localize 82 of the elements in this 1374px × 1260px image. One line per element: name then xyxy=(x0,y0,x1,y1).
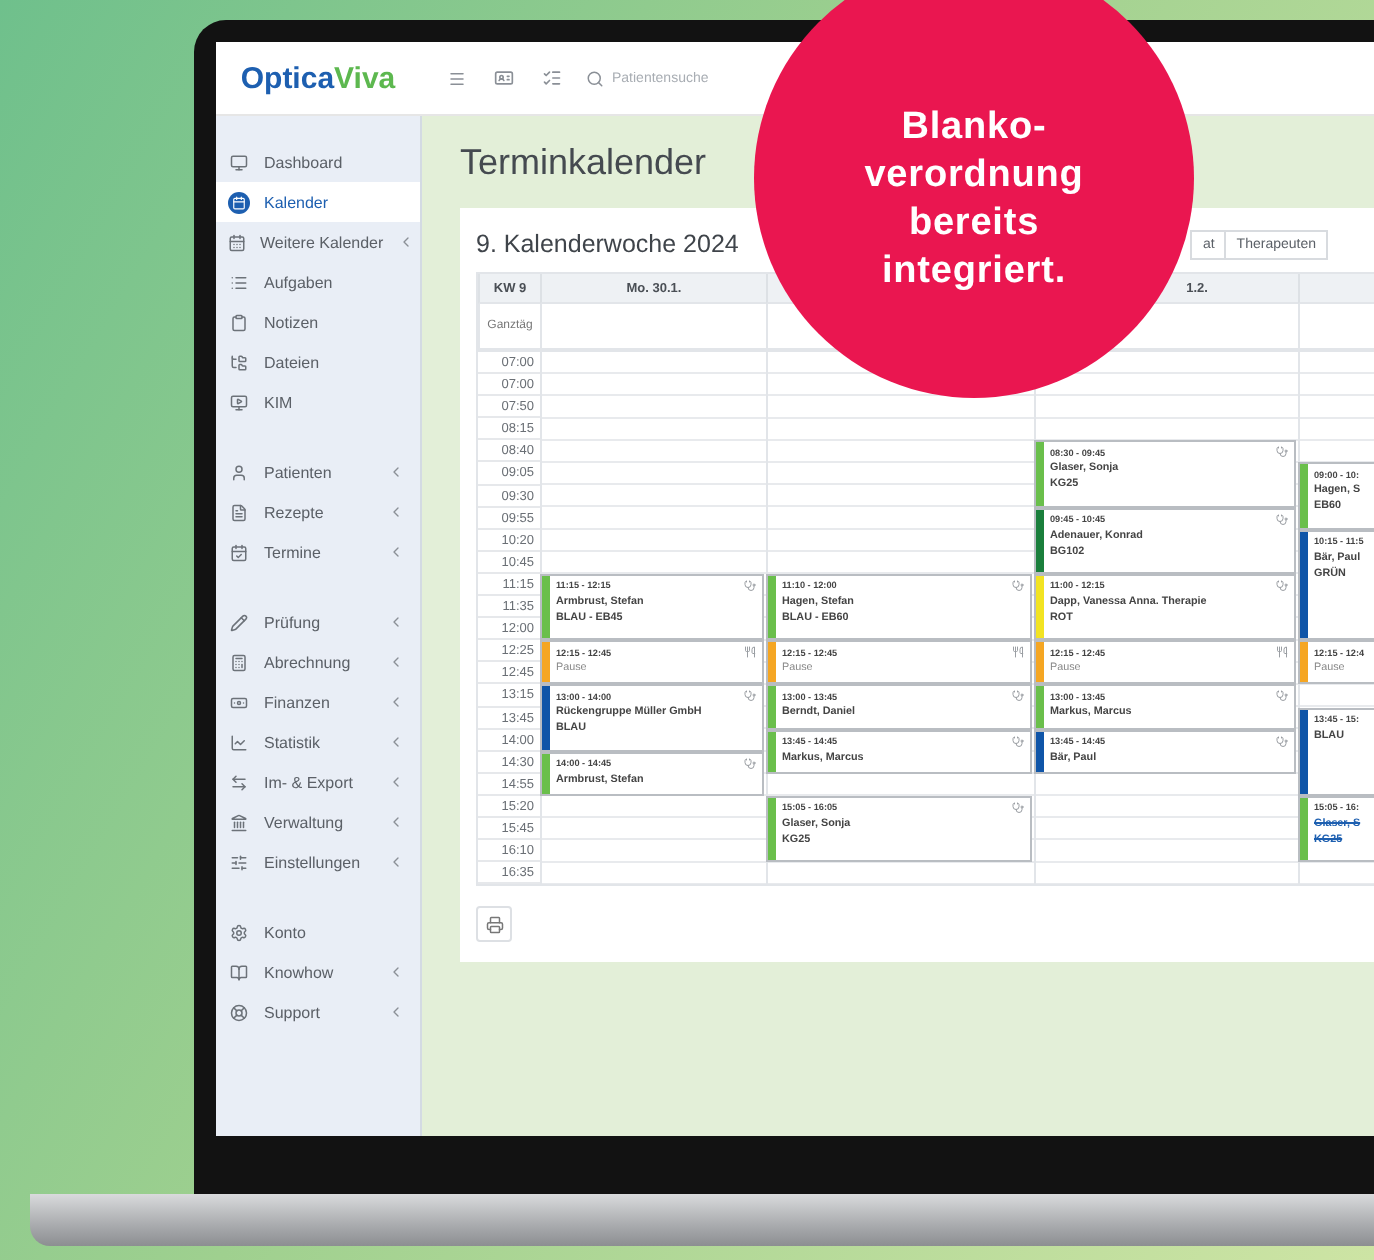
sidebar-item[interactable]: Konto xyxy=(216,912,420,952)
logo: OpticaViva xyxy=(238,61,398,95)
sidebar-label: Knowhow xyxy=(264,963,336,981)
cutlery-icon xyxy=(744,646,756,659)
sidebar-item[interactable]: Finanzen xyxy=(216,682,420,722)
sidebar-label: Im- & Export xyxy=(264,773,355,791)
sliders-icon xyxy=(228,851,250,873)
menu-icon[interactable] xyxy=(448,69,466,87)
cutlery-icon xyxy=(1012,646,1024,659)
stethoscope-icon xyxy=(744,579,756,592)
sidebar-label: Termine xyxy=(264,543,323,561)
sidebar-item[interactable]: Einstellungen xyxy=(216,842,420,882)
id-card-icon[interactable] xyxy=(494,68,514,88)
user-icon xyxy=(228,461,250,483)
monitor-icon xyxy=(228,151,250,173)
sidebar-label: Einstellungen xyxy=(264,853,363,871)
stethoscope-icon xyxy=(744,757,756,770)
clipboard-icon xyxy=(228,311,250,333)
sidebar-item[interactable]: Statistik xyxy=(216,722,420,762)
sidebar-label: Finanzen xyxy=(264,693,332,711)
cutlery-icon xyxy=(1276,646,1288,659)
printer-icon xyxy=(485,915,503,934)
calendar-icon xyxy=(228,191,250,213)
sidebar-item[interactable]: Support xyxy=(216,992,420,1032)
stethoscope-icon xyxy=(1276,513,1288,526)
page-title: Terminkalender xyxy=(460,140,707,184)
sidebar-item[interactable]: Knowhow xyxy=(216,952,420,992)
stethoscope-icon xyxy=(1276,690,1288,703)
calculator-icon xyxy=(228,651,250,673)
pencil-icon xyxy=(228,611,250,633)
sidebar-item[interactable]: Weitere Kalender xyxy=(216,222,420,262)
building-icon xyxy=(228,811,250,833)
screen-icon xyxy=(228,391,250,413)
document-icon xyxy=(228,501,250,523)
sidebar-label: Statistik xyxy=(264,733,323,751)
stethoscope-icon xyxy=(1276,579,1288,592)
sidebar-label: Weitere Kalender xyxy=(260,233,384,251)
sidebar-label: Konto xyxy=(264,923,308,941)
stethoscope-icon xyxy=(1012,801,1024,814)
sidebar-item[interactable]: Dashboard xyxy=(216,142,420,182)
arrows-icon xyxy=(228,771,250,793)
sidebar-label: Abrechnung xyxy=(264,653,353,671)
sidebar-label: Dateien xyxy=(264,353,322,371)
stethoscope-icon xyxy=(1276,446,1288,459)
stethoscope-icon xyxy=(1276,735,1288,748)
sidebar-item[interactable]: Im- & Export xyxy=(216,762,420,802)
search-icon xyxy=(586,69,604,87)
stethoscope-icon xyxy=(744,690,756,703)
calendar-check-icon xyxy=(228,541,250,563)
sidebar-item[interactable]: Prüfung xyxy=(216,602,420,642)
sidebar-label: Prüfung xyxy=(264,613,323,631)
book-icon xyxy=(228,961,250,983)
sidebar-label: Dashboard xyxy=(264,153,345,171)
line-chart-icon xyxy=(228,731,250,753)
sidebar-label: Patienten xyxy=(264,463,334,481)
sidebar-label: Support xyxy=(264,1003,323,1021)
sidebar-item[interactable]: Kalender xyxy=(216,182,420,222)
sidebar-item[interactable]: Verwaltung xyxy=(216,802,420,842)
sidebar-label: Kalender xyxy=(264,193,331,211)
sidebar-label: KIM xyxy=(264,393,295,411)
sidebar-item[interactable]: Termine xyxy=(216,532,420,572)
sidebar-item[interactable]: Patienten xyxy=(216,452,420,492)
calendar-title: 9. Kalenderwoche 2024 xyxy=(476,230,739,258)
sidebar-item[interactable]: Abrechnung xyxy=(216,642,420,682)
sidebar-label: Aufgaben xyxy=(264,273,335,291)
calendar-icon xyxy=(228,231,246,253)
settings-icon xyxy=(228,921,250,943)
sidebar-item[interactable]: Aufgaben xyxy=(216,262,420,302)
stethoscope-icon xyxy=(1012,735,1024,748)
sidebar-item[interactable]: Dateien xyxy=(216,342,420,382)
sidebar-item[interactable]: Rezepte xyxy=(216,492,420,532)
sidebar-item[interactable]: KIM xyxy=(216,382,420,422)
checklist-icon[interactable] xyxy=(542,68,562,88)
sidebar-label: Rezepte xyxy=(264,503,326,521)
sidebar-item[interactable]: Notizen xyxy=(216,302,420,342)
lifebuoy-icon xyxy=(228,1001,250,1023)
folder-tree-icon xyxy=(228,351,250,373)
stethoscope-icon xyxy=(1012,690,1024,703)
sidebar-label: Verwaltung xyxy=(264,813,346,831)
sidebar-label: Notizen xyxy=(264,313,321,331)
stethoscope-icon xyxy=(1012,579,1024,592)
print-button[interactable] xyxy=(476,906,512,943)
